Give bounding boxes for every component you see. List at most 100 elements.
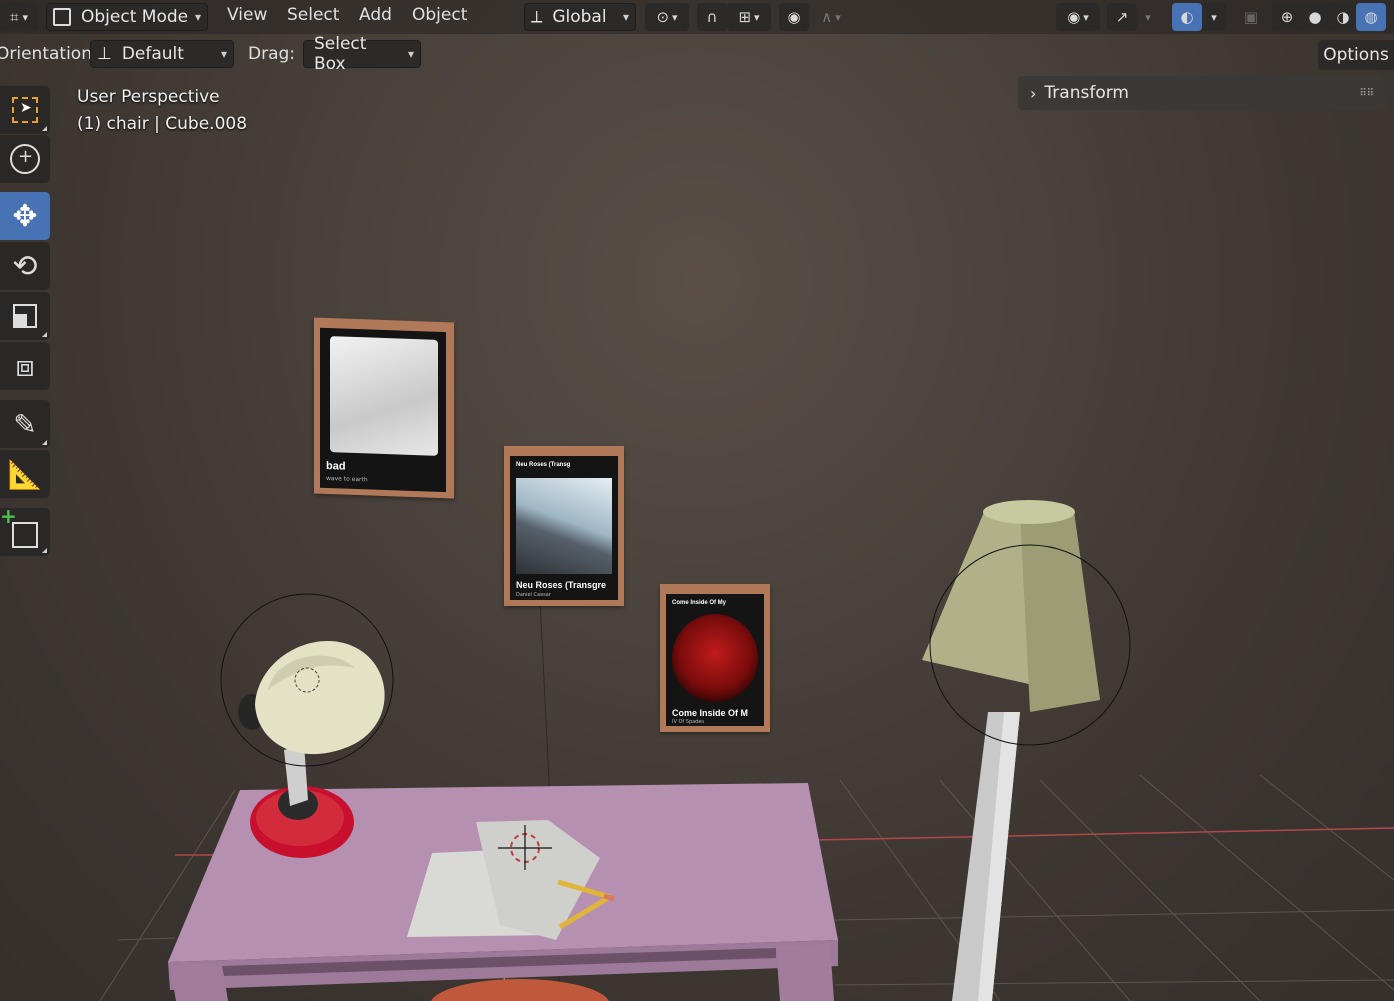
cursor-icon: + [10, 144, 40, 174]
eye-icon: ◉ [1067, 8, 1081, 26]
scale-icon [13, 304, 37, 328]
tool-rotate[interactable]: ⟲ [0, 242, 50, 290]
pivot-point-icon: ⊙ [656, 8, 670, 26]
xray-icon: ▣ [1243, 8, 1259, 26]
album-poster: bad wave to earth [320, 327, 446, 493]
transform-orientation-dropdown[interactable]: ⟂ Global ▾ [524, 3, 636, 31]
orientation-dropdown[interactable]: ⊥ Default ▾ [90, 40, 234, 68]
gizmo-icon: ↗ [1115, 8, 1129, 26]
overlays-dropdown[interactable]: ▾ [1202, 3, 1226, 31]
orientation-axes-icon: ⟂ [531, 7, 543, 27]
3d-viewport[interactable]: bad wave to earth Neu Roses (Transg Neu … [0, 0, 1394, 1001]
snap-toggle[interactable]: ∩ [697, 3, 727, 31]
editor-type-button[interactable]: ⌗ ▾ [0, 3, 38, 31]
transform-icon: ⧈ [15, 348, 35, 384]
chevron-down-icon: ▾ [622, 10, 629, 24]
scene[interactable] [0, 0, 1394, 1001]
menu-object[interactable]: Object [412, 5, 467, 25]
snap-increment-icon: ⊞ [738, 8, 752, 26]
shading-wireframe[interactable]: ⊕ [1272, 3, 1302, 31]
chevron-down-icon: ▾ [407, 47, 414, 61]
chevron-down-icon: ▾ [22, 10, 28, 24]
view-name: User Perspective [77, 87, 220, 107]
shading-material[interactable]: ◑ [1328, 3, 1358, 31]
select-box-icon: ➤ [12, 97, 38, 123]
picture-frame-2[interactable]: Neu Roses (Transg Neu Roses (Transgre Da… [504, 446, 624, 606]
shading-rendered[interactable]: ◍ [1356, 3, 1386, 31]
rendered-sphere-icon: ◍ [1364, 8, 1378, 26]
pivot-point-button[interactable]: ⊙ ▾ [645, 3, 689, 31]
drag-handle-icon[interactable]: ⠿⠿ [1359, 88, 1374, 99]
album-poster: Come Inside Of My Come Inside Of M IV Of… [666, 594, 764, 726]
tool-options-indicator [42, 548, 47, 553]
floor-lamp [922, 500, 1131, 1001]
tool-cursor[interactable]: + [0, 135, 50, 183]
gizmo-dropdown[interactable]: ▾ [1137, 3, 1159, 31]
picture-frame-3[interactable]: Come Inside Of My Come Inside Of M IV Of… [660, 584, 770, 732]
transform-panel-label: Transform [1044, 83, 1129, 103]
add-cube-icon: + [0, 504, 38, 548]
overlays-toggle[interactable]: ◐ [1172, 3, 1202, 31]
poster-artwork [516, 478, 612, 574]
poster-title: Come Inside Of M [672, 708, 749, 718]
poster-header: Come Inside Of My [672, 600, 727, 606]
chevron-down-icon: ▾ [220, 47, 227, 61]
rotate-icon: ⟲ [12, 248, 38, 284]
scale-inner-square [15, 314, 27, 326]
tool-add-cube[interactable]: + [0, 504, 50, 556]
poster-artwork [330, 336, 438, 456]
transform-orientation-label: Global [552, 7, 607, 27]
move-arrows-icon: ✥ [12, 198, 38, 234]
orientation-gizmo-icon: ⊥ [97, 44, 112, 64]
mode-dropdown[interactable]: Object Mode ▾ [46, 3, 208, 31]
album-poster: Neu Roses (Transg Neu Roses (Transgre Da… [510, 456, 618, 600]
drag-dropdown[interactable]: Select Box ▾ [303, 34, 421, 74]
magnet-icon: ∩ [706, 8, 718, 26]
falloff-button[interactable]: ∧ ▾ [811, 3, 851, 31]
poster-title: bad [326, 459, 346, 473]
overlays-icon: ◐ [1180, 8, 1194, 26]
wireframe-sphere-icon: ⊕ [1280, 8, 1294, 26]
options-label: Options [1323, 45, 1389, 65]
plus-icon: + [0, 504, 17, 528]
crosshair-icon: + [18, 146, 34, 167]
xray-toggle[interactable]: ▣ [1236, 3, 1266, 31]
measure-ruler-icon: 📐 [7, 457, 43, 491]
falloff-curve-icon: ∧ [821, 8, 833, 26]
mode-label: Object Mode [81, 7, 189, 27]
menu-view[interactable]: View [227, 5, 267, 25]
tool-annotate[interactable]: ✎ [0, 400, 50, 448]
orientation-label: Orientation: [0, 44, 98, 64]
picture-frame-1[interactable]: bad wave to earth [314, 317, 454, 499]
drag-value: Select Box [314, 34, 367, 74]
gizmo-toggle[interactable]: ↗ [1107, 3, 1137, 31]
visibility-button[interactable]: ◉ ▾ [1056, 3, 1100, 31]
orange-object [431, 979, 609, 1001]
tool-scale[interactable] [0, 292, 50, 340]
transform-panel-header[interactable]: › Transform ⠿⠿ [1018, 76, 1384, 110]
drag-label: Drag: [248, 44, 296, 64]
menu-add[interactable]: Add [359, 5, 392, 25]
active-object-label: (1) chair | Cube.008 [77, 114, 248, 134]
editor-type-icon: ⌗ [10, 8, 19, 26]
tool-move[interactable]: ✥ [0, 192, 50, 240]
snap-target-button[interactable]: ⊞ ▾ [727, 3, 771, 31]
tool-transform[interactable]: ⧈ [0, 342, 50, 390]
tool-measure[interactable]: 📐 [0, 450, 50, 498]
chevron-down-icon: ▾ [835, 10, 841, 24]
cursor-arrow-icon: ➤ [20, 100, 32, 116]
tool-select-box[interactable]: ➤ [0, 86, 50, 134]
poster-subtitle: Daniel Caesar [516, 592, 551, 598]
menu-select[interactable]: Select [287, 5, 339, 25]
options-button[interactable]: Options [1318, 40, 1394, 70]
shading-solid[interactable]: ● [1300, 3, 1330, 31]
chevron-down-icon: ▾ [194, 10, 201, 24]
chevron-down-icon: ▾ [754, 10, 760, 24]
poster-header: Neu Roses (Transg [516, 462, 571, 468]
chevron-right-icon: › [1030, 83, 1037, 103]
poster-artwork [672, 614, 758, 702]
proportional-editing-toggle[interactable]: ◉ [779, 3, 809, 31]
material-sphere-icon: ◑ [1336, 8, 1350, 26]
poster-subtitle: IV Of Spades [672, 719, 705, 725]
poster-title: Neu Roses (Transgre [516, 580, 607, 590]
